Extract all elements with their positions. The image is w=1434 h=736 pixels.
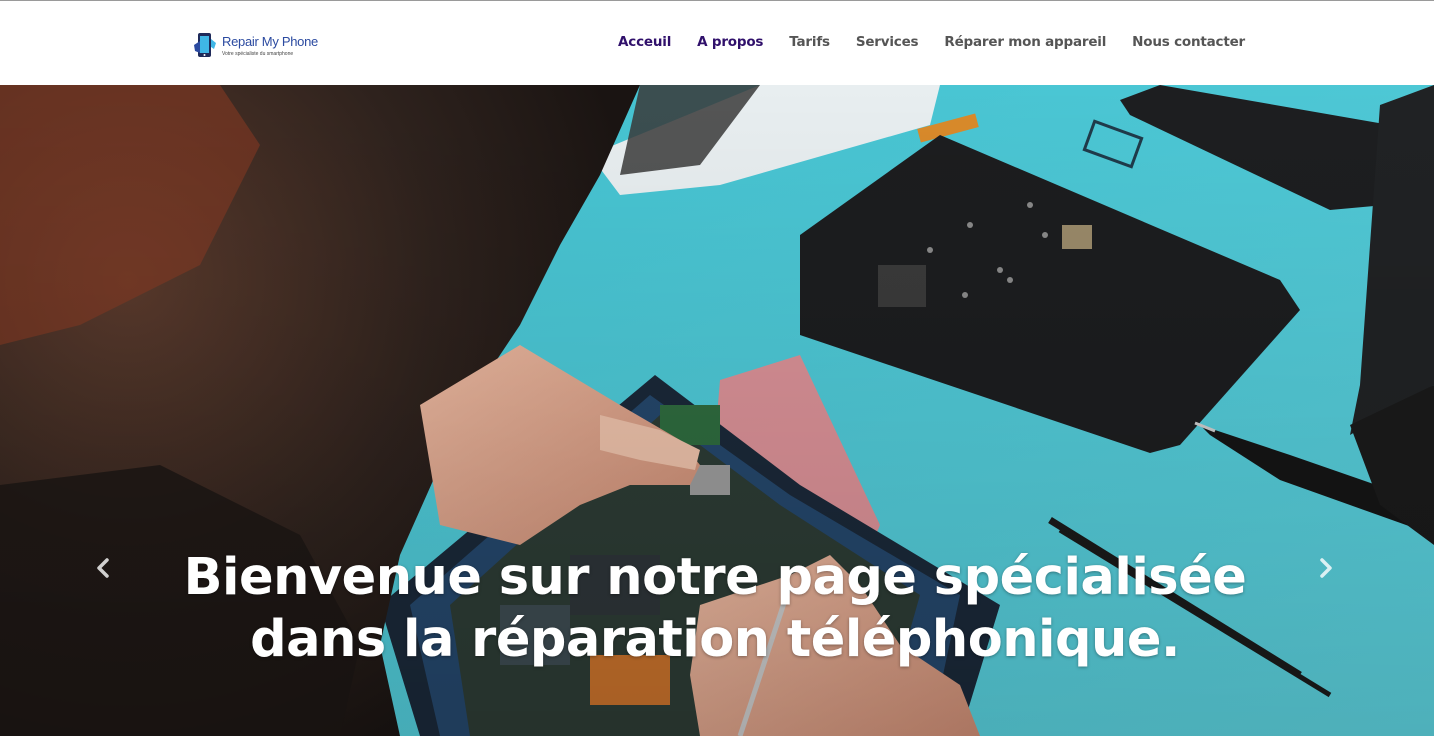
site-header: Repair My Phone Votre spécialiste du sma…	[0, 1, 1434, 85]
nav-link-services[interactable]: Services	[856, 32, 919, 52]
carousel-next-button[interactable]	[1311, 553, 1341, 583]
main-nav: Acceuil A propos Tarifs Services Réparer…	[592, 32, 1245, 52]
nav-link-acceuil[interactable]: Acceuil	[618, 32, 671, 52]
nav-link-reparer-mon-appareil[interactable]: Réparer mon appareil	[944, 32, 1106, 52]
brand-tagline: Votre spécialiste du smartphone	[222, 51, 294, 57]
chevron-right-icon	[1320, 558, 1332, 578]
hero-title: Bienvenue sur notre page spécialisée dan…	[183, 548, 1247, 669]
brand-name: Repair My Phone	[222, 34, 318, 49]
brand-logo[interactable]: Repair My Phone Votre spécialiste du sma…	[192, 31, 332, 63]
carousel-prev-button[interactable]	[88, 553, 118, 583]
chevron-left-icon	[97, 558, 109, 578]
nav-link-a-propos[interactable]: A propos	[697, 32, 763, 52]
nav-link-tarifs[interactable]: Tarifs	[789, 32, 830, 52]
nav-link-nous-contacter[interactable]: Nous contacter	[1132, 32, 1245, 52]
phone-logo-icon	[194, 33, 216, 57]
hero-carousel: Bienvenue sur notre page spécialisée dan…	[0, 85, 1434, 736]
